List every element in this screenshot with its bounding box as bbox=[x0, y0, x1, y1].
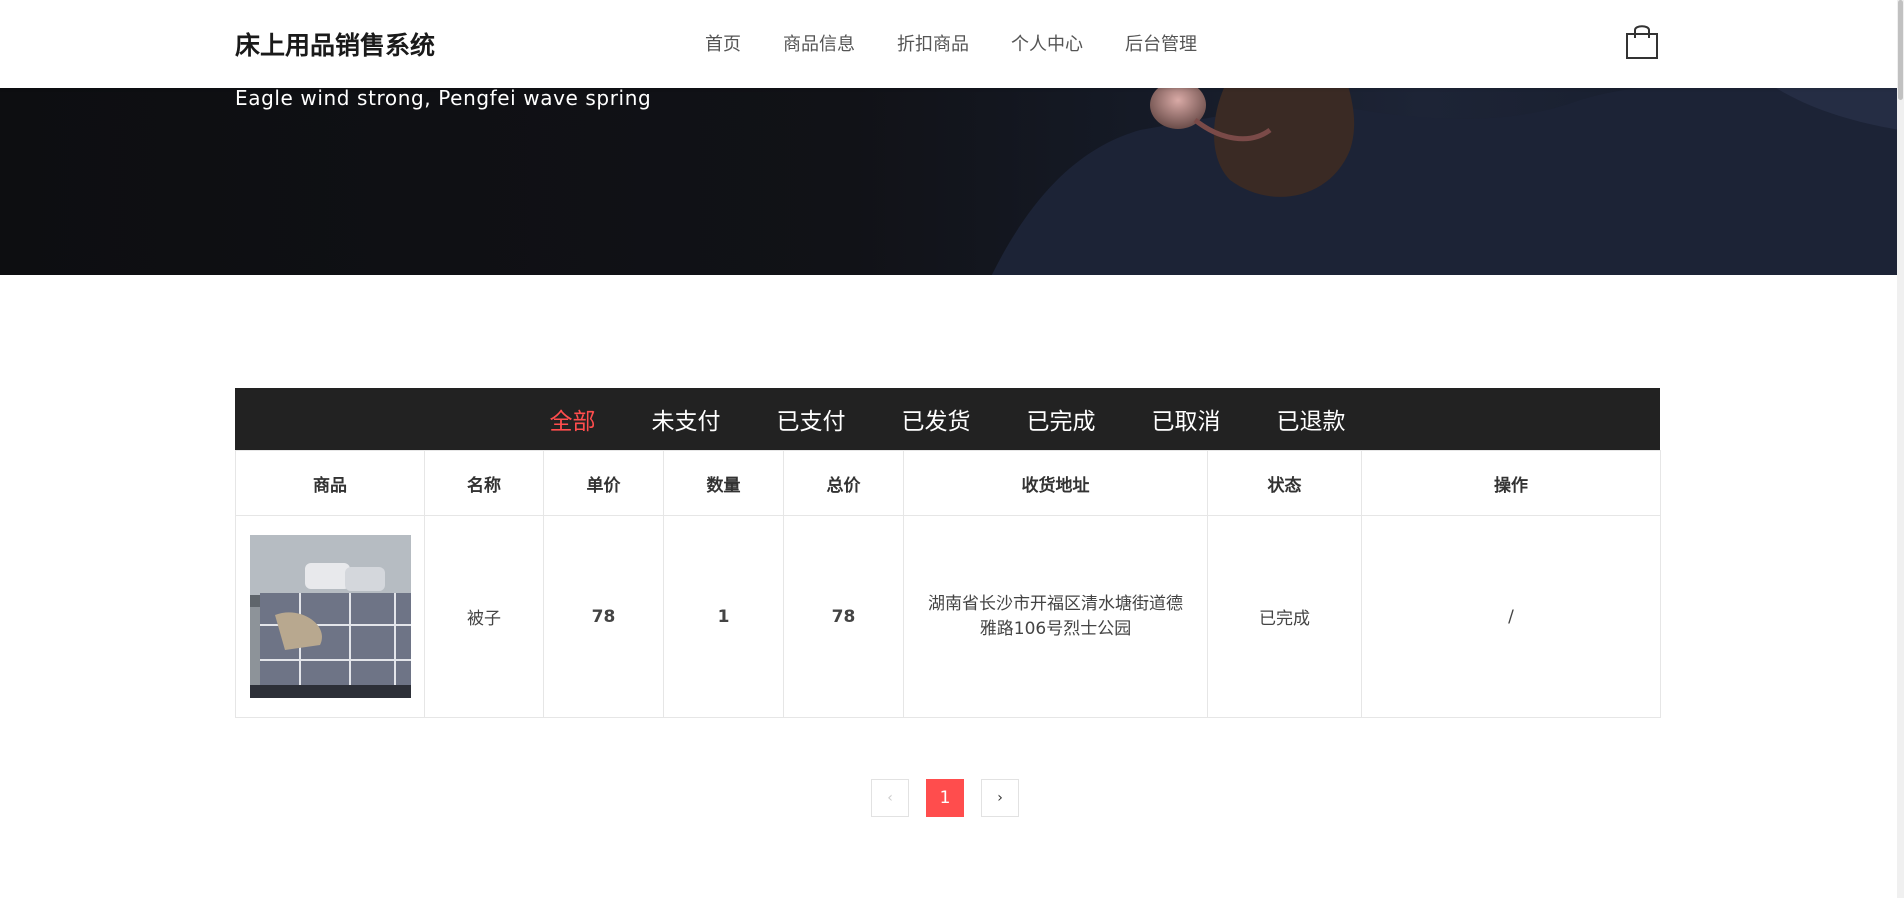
order-action: / bbox=[1361, 515, 1661, 718]
tab-all[interactable]: 全部 bbox=[550, 402, 596, 436]
nav-item-profile[interactable]: 个人中心 bbox=[1011, 30, 1083, 56]
order-status: 已完成 bbox=[1207, 515, 1362, 718]
main-nav: 首页 商品信息 折扣商品 个人中心 后台管理 bbox=[705, 30, 1239, 56]
nav-item-admin[interactable]: 后台管理 bbox=[1125, 30, 1197, 56]
prev-page-button[interactable]: ‹ bbox=[871, 779, 909, 817]
table-header-row: 商品 名称 单价 数量 总价 收货地址 状态 操作 bbox=[235, 450, 1661, 516]
column-header-address: 收货地址 bbox=[903, 450, 1208, 516]
tab-refunded[interactable]: 已退款 bbox=[1277, 402, 1346, 436]
tab-unpaid[interactable]: 未支付 bbox=[652, 402, 721, 436]
tab-completed[interactable]: 已完成 bbox=[1027, 402, 1096, 436]
nav-item-products[interactable]: 商品信息 bbox=[783, 30, 855, 56]
shopping-bag-icon[interactable] bbox=[1624, 22, 1660, 60]
quantity: 1 bbox=[663, 515, 784, 718]
table-row: 被子 78 1 78 湖南省长沙市开福区清水塘街道德雅路106号烈士公园 已完成… bbox=[235, 515, 1661, 718]
column-header-unit-price: 单价 bbox=[543, 450, 664, 516]
next-page-button[interactable]: › bbox=[981, 779, 1019, 817]
order-status-tabs: 全部 未支付 已支付 已发货 已完成 已取消 已退款 bbox=[235, 388, 1660, 450]
product-image-cell bbox=[235, 515, 425, 718]
column-header-status: 状态 bbox=[1207, 450, 1362, 516]
page-scrollbar[interactable] bbox=[1897, 0, 1904, 898]
shipping-address: 湖南省长沙市开福区清水塘街道德雅路106号烈士公园 bbox=[903, 515, 1208, 718]
product-name: 被子 bbox=[424, 515, 544, 718]
unit-price: 78 bbox=[543, 515, 664, 718]
column-header-product: 商品 bbox=[235, 450, 425, 516]
pagination: ‹ 1 › bbox=[871, 779, 1019, 817]
product-thumbnail[interactable] bbox=[249, 535, 411, 698]
nav-item-discounts[interactable]: 折扣商品 bbox=[897, 30, 969, 56]
column-header-quantity: 数量 bbox=[663, 450, 784, 516]
scrollbar-thumb[interactable] bbox=[1898, 0, 1903, 100]
orders-table: 商品 名称 单价 数量 总价 收货地址 状态 操作 被子 78 1 78 湖南省… bbox=[235, 450, 1661, 718]
site-header: 床上用品销售系统 首页 商品信息 折扣商品 个人中心 后台管理 bbox=[0, 0, 1897, 88]
tab-shipped[interactable]: 已发货 bbox=[902, 402, 971, 436]
hero-subtitle: Eagle wind strong, Pengfei wave spring bbox=[235, 86, 652, 110]
column-header-action: 操作 bbox=[1361, 450, 1661, 516]
page-number-current[interactable]: 1 bbox=[926, 779, 964, 817]
site-brand[interactable]: 床上用品销售系统 bbox=[235, 26, 435, 62]
hero-person-image bbox=[991, 60, 1897, 275]
column-header-total: 总价 bbox=[783, 450, 904, 516]
tab-cancelled[interactable]: 已取消 bbox=[1152, 402, 1221, 436]
total-price: 78 bbox=[783, 515, 904, 718]
nav-item-home[interactable]: 首页 bbox=[705, 30, 741, 56]
column-header-name: 名称 bbox=[424, 450, 544, 516]
tab-paid[interactable]: 已支付 bbox=[777, 402, 846, 436]
